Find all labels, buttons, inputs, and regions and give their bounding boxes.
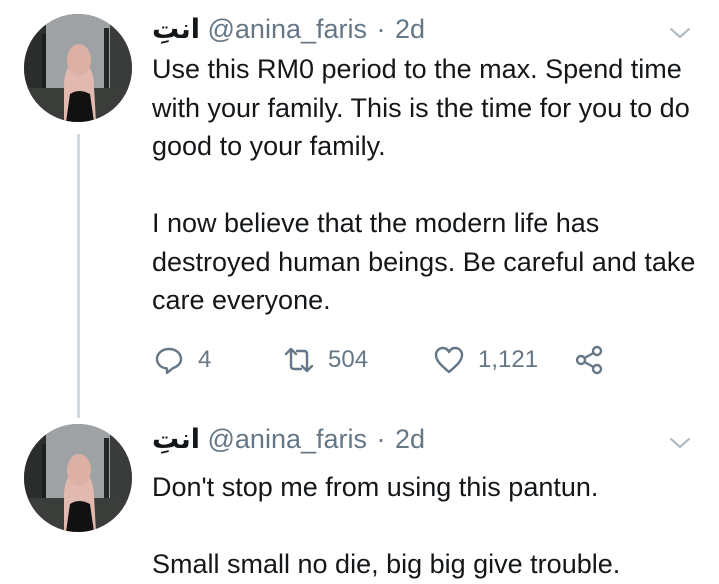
tweet-text: Use this RM0 period to the max. Spend ti… (152, 54, 696, 315)
avatar[interactable] (24, 14, 132, 122)
reply-count: 4 (198, 346, 212, 373)
tweet[interactable]: انتِ @anina_faris · 2d Don't stop me fro… (0, 410, 719, 579)
display-name[interactable]: انتِ (152, 424, 200, 454)
chevron-down-icon[interactable] (669, 22, 691, 44)
like-count: 1,121 (478, 346, 539, 373)
separator: · (376, 424, 386, 454)
reply-icon (154, 345, 184, 375)
timestamp[interactable]: 2d (395, 424, 425, 454)
separator: · (376, 14, 386, 44)
chevron-down-icon[interactable] (669, 432, 691, 454)
tweet[interactable]: انتِ @anina_faris · 2d Use this RM0 peri… (0, 0, 719, 410)
avatar[interactable] (24, 424, 132, 532)
share-button[interactable] (574, 345, 604, 375)
display-name[interactable]: انتِ (152, 14, 200, 44)
reply-button[interactable]: 4 (154, 345, 284, 375)
retweet-button[interactable]: 504 (284, 345, 434, 375)
timestamp[interactable]: 2d (395, 14, 425, 44)
tweet-actions: 4 504 1,121 (154, 340, 604, 380)
retweet-count: 504 (328, 346, 369, 373)
tweet-header: انتِ @anina_faris · 2d (152, 422, 425, 456)
heart-icon (434, 345, 464, 375)
user-handle[interactable]: @anina_faris (208, 424, 368, 454)
like-button[interactable]: 1,121 (434, 345, 574, 375)
user-handle[interactable]: @anina_faris (208, 14, 368, 44)
share-icon (574, 345, 604, 375)
tweet-header: انتِ @anina_faris · 2d (152, 12, 425, 46)
retweet-icon (284, 345, 314, 375)
tweet-text: Don't stop me from using this pantun. Sm… (152, 472, 621, 579)
